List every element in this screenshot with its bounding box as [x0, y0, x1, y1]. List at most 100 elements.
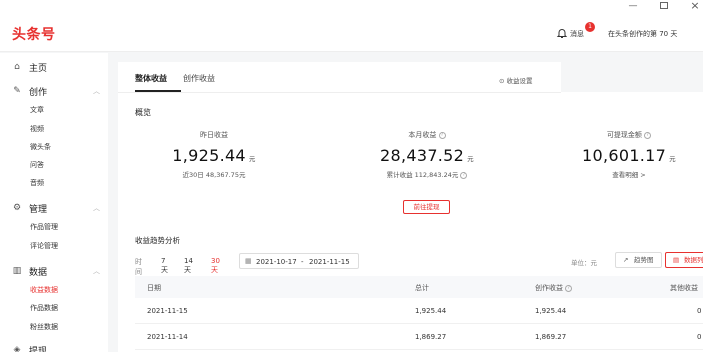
close-icon[interactable]: × [690, 0, 700, 11]
stat-sub-text: 累计收益 112,843.24元 [386, 171, 459, 179]
sidebar-item-label: 提现 [29, 346, 48, 352]
range-14-days[interactable]: 14天 [184, 257, 193, 275]
stat-number: 28,437.52 [380, 146, 465, 165]
stat-value: 10,601.17 元 [549, 146, 703, 165]
date-range-picker[interactable]: ▦ 2021-10-17 - 2021-11-15 [239, 253, 359, 269]
go-withdraw-button[interactable]: 前往提现 [403, 200, 450, 214]
help-icon[interactable]: ? [460, 171, 468, 179]
help-icon[interactable]: ? [438, 131, 446, 139]
earnings-settings-link[interactable]: ⊙ 收益设置 [499, 75, 533, 85]
stat-withdrawable: 可提现金额 ? 10,601.17 元 查看明细 > [549, 130, 703, 179]
stat-unit: 元 [669, 155, 676, 163]
trend-chart-button[interactable]: ↗ 趋势图 [615, 252, 662, 268]
stat-month: 本月收益 ? 28,437.52 元 累计收益 112,843.24元 ? [347, 130, 507, 179]
cell-creation: 1,925.44 [535, 307, 567, 315]
panel-gap [561, 62, 703, 92]
stat-number: 10,601.17 [582, 146, 667, 165]
settings-label: 收益设置 [506, 77, 533, 85]
bell-icon[interactable] [556, 27, 568, 39]
calendar-icon: ▦ [245, 257, 252, 265]
sidebar-item-data[interactable]: ▥ 数据 ︿ [12, 264, 100, 278]
tab-creation-earnings[interactable]: 创作收益 [183, 73, 215, 84]
table-row: 2021-11-15 1,925.44 1,925.44 0 [135, 298, 703, 324]
messages-link[interactable]: 消息 [570, 29, 584, 39]
stat-value: 28,437.52 元 [347, 146, 507, 165]
stat-label: 昨日收益 [200, 131, 228, 139]
stat-label-text: 可提现金额 [606, 131, 642, 139]
chevron-up-icon: ︿ [93, 87, 100, 95]
sidebar: ⌂ 主页 ✎ 创作 ︿ 文章 视频 微头条 问答 音频 ⚙ 管理 ︿ 作品管理 … [0, 53, 108, 352]
sidebar-sub-earnings-data[interactable]: 收益数据 [30, 285, 58, 295]
unit-label: 单位：元 [571, 259, 597, 267]
view-details-link[interactable]: 查看明细 > [549, 169, 703, 179]
table-icon: ▤ [673, 256, 680, 264]
earnings-panel: 整体收益 创作收益 ⊙ 收益设置 概览 昨日收益 1,925.44 元 近30日 … [118, 62, 703, 352]
settings-icon: ⊙ [499, 77, 505, 85]
date-separator: - [301, 258, 304, 266]
window-titlebar: — × [0, 0, 703, 14]
stat-label: 可提现金额 ? [549, 130, 703, 140]
table-header: 日期 总计 创作收益 ? 其他收益 [135, 276, 703, 298]
stat-label-text: 本月收益 [408, 131, 437, 139]
date-start: 2021-10-17 [256, 258, 297, 266]
chevron-up-icon: ︿ [93, 267, 100, 275]
sidebar-item-manage[interactable]: ⚙ 管理 ︿ [12, 201, 100, 215]
stat-yesterday: 昨日收益 1,925.44 元 近30日 48,367.75元 [134, 130, 294, 179]
sidebar-sub-comments-manage[interactable]: 评论管理 [30, 241, 58, 251]
range-30-days[interactable]: 30天 [211, 257, 220, 275]
creator-days-text: 在头条创作的第 70 天 [608, 30, 678, 38]
sidebar-item-home[interactable]: ⌂ 主页 [12, 60, 100, 74]
tab-divider [118, 92, 561, 93]
help-icon[interactable]: ? [565, 284, 573, 292]
notification-badge: 1 [585, 22, 595, 32]
sidebar-item-label: 数据 [29, 267, 48, 278]
filter-label: 时间 [135, 258, 142, 276]
sidebar-sub-video[interactable]: 视频 [30, 124, 44, 134]
cell-creation: 1,869.27 [535, 333, 567, 341]
gear-icon: ⚙ [12, 203, 22, 213]
minimize-icon[interactable]: — [628, 1, 638, 11]
sidebar-sub-qa[interactable]: 问答 [30, 160, 44, 170]
trend-title: 收益趋势分析 [135, 236, 180, 245]
wallet-icon: ◈ [13, 345, 21, 352]
top-header: 头条号 1 消息 在头条创作的第 70 天 [0, 14, 703, 52]
tab-overall-earnings[interactable]: 整体收益 [135, 73, 167, 84]
overview-title: 概览 [135, 108, 151, 117]
sidebar-sub-fans-data[interactable]: 粉丝数据 [30, 322, 58, 332]
stat-sub: 近30日 48,367.75元 [182, 171, 246, 179]
cell-total: 1,869.27 [415, 333, 447, 341]
stat-number: 1,925.44 [172, 146, 246, 165]
pen-icon: ✎ [13, 86, 21, 96]
sidebar-item-label: 管理 [29, 204, 48, 215]
chart-icon: ▥ [12, 266, 22, 276]
range-7-days[interactable]: 7天 [161, 257, 168, 275]
sidebar-sub-audio[interactable]: 音频 [30, 178, 44, 188]
chevron-up-icon: ︿ [93, 204, 100, 212]
sidebar-item-label: 创作 [29, 87, 48, 98]
sidebar-sub-article[interactable]: 文章 [30, 105, 44, 115]
help-icon[interactable]: ? [644, 131, 652, 139]
col-date: 日期 [147, 284, 161, 292]
sidebar-sub-works-manage[interactable]: 作品管理 [30, 222, 58, 232]
line-chart-icon: ↗ [623, 256, 629, 264]
home-icon: ⌂ [14, 62, 20, 72]
sidebar-item-withdraw[interactable]: ◈ 提现 [12, 343, 100, 352]
cell-date: 2021-11-14 [147, 333, 188, 341]
stat-label: 本月收益 ? [347, 130, 507, 140]
cell-other: 0 [697, 333, 702, 341]
cell-total: 1,925.44 [415, 307, 447, 315]
app-window: — × 头条号 1 消息 在头条创作的第 70 天 ⌂ 主页 ✎ 创作 ︿ 文章… [0, 0, 703, 352]
button-label: 趋势图 [634, 256, 654, 264]
sidebar-item-create[interactable]: ✎ 创作 ︿ [12, 84, 100, 98]
data-list-button[interactable]: ▤ 数据列 [665, 252, 703, 268]
stat-value: 1,925.44 元 [134, 146, 294, 165]
sidebar-sub-microheadline[interactable]: 微头条 [30, 142, 51, 152]
col-other: 其他收益 [670, 284, 698, 292]
stat-unit: 元 [467, 155, 474, 163]
maximize-icon[interactable] [660, 2, 668, 9]
cell-other: 0 [697, 307, 702, 315]
cell-date: 2021-11-15 [147, 307, 188, 315]
app-logo[interactable]: 头条号 [12, 24, 56, 44]
date-end: 2021-11-15 [309, 258, 350, 266]
sidebar-sub-works-data[interactable]: 作品数据 [30, 303, 58, 313]
